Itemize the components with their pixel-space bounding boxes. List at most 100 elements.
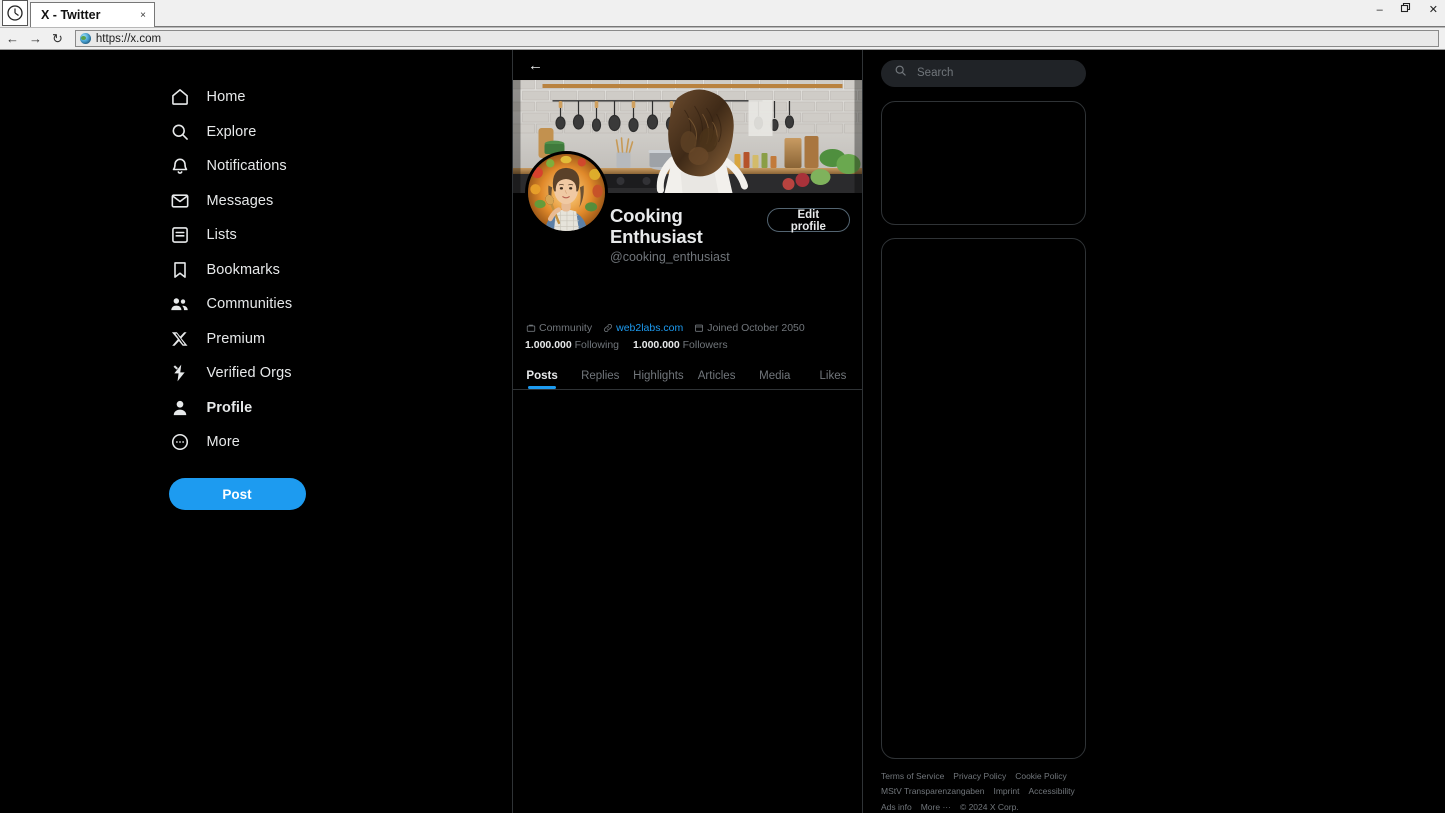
timeline-feed [513, 389, 862, 813]
footer-link-mstv-transparenzangaben[interactable]: MStV Transparenzangaben [881, 786, 984, 797]
forward-button[interactable]: → [29, 32, 42, 45]
clock-icon [2, 0, 28, 26]
meta-community: Community [525, 322, 592, 334]
list-icon [169, 224, 191, 246]
profile-handle: @cooking_enthusiast [610, 249, 730, 264]
reload-button[interactable]: ↻ [52, 32, 63, 45]
footer-link-imprint[interactable]: Imprint [993, 786, 1019, 797]
footer-link-accessibility[interactable]: Accessibility [1028, 786, 1074, 797]
link-icon [602, 322, 613, 333]
following-label: Following [574, 338, 619, 351]
profile-info-block: Cooking Enthusiast @cooking_enthusiast E… [513, 151, 862, 351]
sidebar-card-primary[interactable] [881, 100, 1086, 226]
x-logo-icon [169, 328, 191, 350]
envelope-icon [169, 190, 191, 212]
right-sidebar: Terms of Service Privacy Policy Cookie P… [863, 50, 1445, 813]
browser-chrome: X - Twitter × – ✕ ← → ↻ https://x.com [0, 0, 1445, 50]
sidebar-item-communities[interactable]: Communities [169, 287, 344, 321]
sidebar-item-profile[interactable]: Profile [169, 391, 344, 425]
search-input[interactable] [917, 67, 1073, 80]
search-icon [169, 121, 191, 143]
sidebar-item-label: Notifications [206, 158, 287, 174]
meta-joined: Joined October 2050 [693, 321, 805, 334]
x-twitter-page: Home Explore Notifications Messages List… [0, 50, 1445, 813]
address-bar[interactable]: https://x.com [74, 30, 1439, 47]
meta-joined-label: Joined October 2050 [707, 321, 805, 334]
lightning-badge-icon [169, 362, 191, 384]
avatar[interactable] [525, 151, 608, 234]
tab-articles[interactable]: Articles [688, 363, 746, 389]
restore-button[interactable] [1398, 2, 1414, 16]
tab-close-icon[interactable]: × [136, 10, 150, 21]
following-count: 1.000.000 [525, 338, 572, 351]
footer-link-ads-info[interactable]: Ads info [881, 802, 912, 813]
url-text: https://x.com [95, 32, 162, 45]
calendar-icon [693, 322, 704, 333]
followers-count: 1.000.000 [633, 338, 680, 351]
footer-link-terms-of-service[interactable]: Terms of Service [881, 771, 944, 782]
sidebar-item-label: Verified Orgs [206, 365, 292, 381]
sidebar-item-lists[interactable]: Lists [169, 218, 344, 252]
sidebar-item-label: Home [206, 89, 246, 105]
sidebar-item-home[interactable]: Home [169, 80, 344, 114]
meta-website-link[interactable]: web2labs.com [616, 322, 683, 334]
profile-stats-row: 1.000.000 Following 1.000.000 Followers [525, 339, 850, 351]
footer-link-more[interactable]: More ··· [921, 802, 951, 813]
profile-identity: Cooking Enthusiast @cooking_enthusiast [610, 205, 767, 264]
profile-main-column: ← Cooking Enthusiast @cooking_enthusiast… [513, 50, 863, 813]
sidebar-item-label: Bookmarks [206, 261, 280, 278]
browser-titlebar: X - Twitter × – ✕ [0, 0, 1445, 28]
sidebar-item-label: Explore [206, 123, 257, 140]
post-button[interactable]: Post [168, 478, 306, 510]
minimize-button[interactable]: – [1374, 4, 1386, 16]
sidebar-item-premium[interactable]: Premium [169, 322, 344, 356]
following-stat[interactable]: 1.000.000 Following [525, 339, 619, 351]
profile-header-bar: ← [513, 50, 862, 80]
community-briefcase-icon [525, 322, 536, 333]
profile-tabs: Posts Replies Highlights Articles Media … [513, 363, 862, 390]
sidebar-item-label: More [206, 434, 240, 450]
left-sidebar-inner: Home Explore Notifications Messages List… [168, 80, 344, 510]
sidebar-item-verified-orgs[interactable]: Verified Orgs [169, 356, 344, 390]
followers-label: Followers [682, 338, 728, 351]
meta-website[interactable]: web2labs.com [602, 322, 683, 334]
window-controls: – ✕ [1374, 2, 1441, 16]
sidebar-item-more[interactable]: More [169, 425, 344, 459]
back-arrow-icon[interactable]: ← [528, 58, 543, 73]
page-title: Cooking Enthusiast [610, 205, 703, 248]
back-button[interactable]: ← [6, 32, 19, 45]
search-box[interactable] [881, 60, 1086, 87]
sidebar-item-label: Messages [206, 192, 274, 209]
footer-links: Terms of Service Privacy Policy Cookie P… [881, 771, 1096, 813]
sidebar-item-label: Premium [206, 330, 266, 347]
profile-meta-row: Community web2labs.com Joined October 20… [525, 322, 850, 334]
close-button[interactable]: ✕ [1426, 3, 1441, 16]
footer-link-privacy-policy[interactable]: Privacy Policy [953, 771, 1006, 782]
sidebar-item-explore[interactable]: Explore [169, 115, 344, 149]
sidebar-item-messages[interactable]: Messages [169, 184, 344, 218]
more-circle-icon [169, 431, 191, 453]
sidebar-item-label: Communities [206, 296, 293, 312]
tab-highlights[interactable]: Highlights [629, 363, 687, 389]
footer-copyright: © 2024 X Corp. [959, 801, 1019, 812]
tab-likes[interactable]: Likes [804, 363, 862, 389]
footer-link-cookie-policy[interactable]: Cookie Policy [1015, 771, 1067, 782]
browser-tab-title: X - Twitter [41, 8, 101, 22]
browser-navbar: ← → ↻ https://x.com [0, 28, 1445, 50]
browser-tab[interactable]: X - Twitter × [30, 2, 155, 27]
sidebar-item-bookmarks[interactable]: Bookmarks [169, 253, 344, 287]
people-icon [169, 293, 191, 315]
bookmark-icon [169, 259, 191, 281]
bell-icon [169, 155, 191, 177]
globe-favicon-icon [79, 33, 91, 44]
tab-replies[interactable]: Replies [571, 363, 629, 389]
tab-posts[interactable]: Posts [513, 363, 571, 389]
sidebar-item-notifications[interactable]: Notifications [169, 149, 344, 183]
tab-media[interactable]: Media [746, 363, 804, 389]
edit-profile-button[interactable]: Edit profile [766, 208, 850, 233]
meta-community-label: Community [539, 321, 593, 334]
home-icon [169, 86, 191, 108]
followers-stat[interactable]: 1.000.000 Followers [633, 339, 728, 351]
tab-strip-filler [155, 2, 1445, 27]
sidebar-card-secondary[interactable] [881, 238, 1086, 759]
